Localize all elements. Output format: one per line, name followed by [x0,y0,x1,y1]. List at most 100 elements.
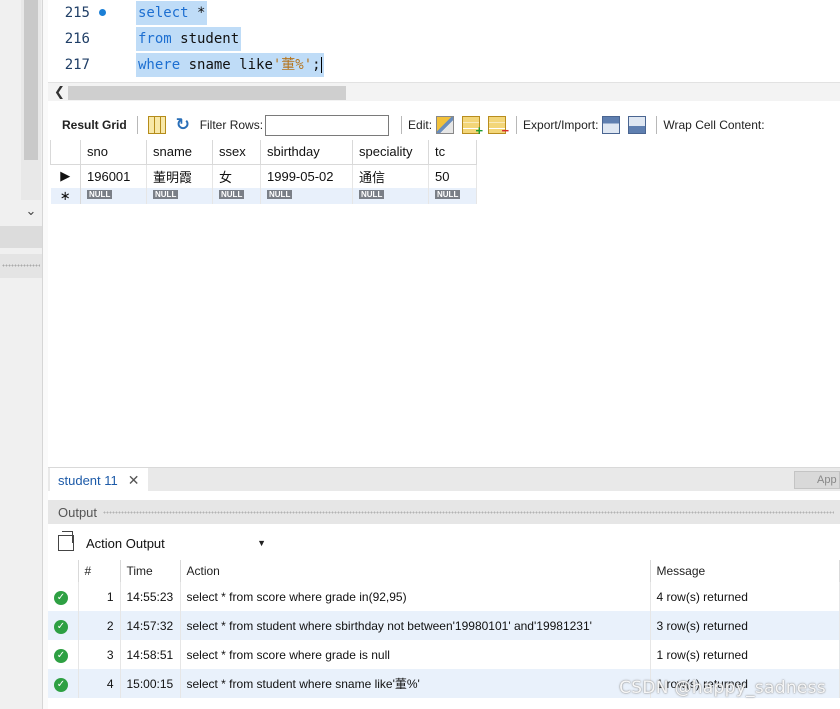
table-row[interactable]: ✓ 2 14:57:32 select * from student where… [48,611,840,640]
table-cell[interactable]: 董明霞 [146,164,213,188]
scrollbar-thumb[interactable] [68,86,346,100]
null-cell[interactable]: NULL [80,188,147,204]
column-header[interactable]: Action [180,560,651,582]
column-header[interactable]: sbirthday [260,140,353,165]
table-cell[interactable]: 1999-05-02 [260,164,353,188]
table-cell[interactable]: 15:00:15 [120,669,181,698]
null-badge: NULL [219,189,245,199]
table-cell[interactable]: 14:55:23 [120,582,181,611]
table-cell[interactable]: select * from student where sname like'董… [180,669,651,698]
code-line[interactable]: 216 from student [48,27,840,51]
table-cell[interactable]: 4 row(s) returned [650,582,840,611]
row-pointer-icon[interactable]: ▶ [50,164,81,188]
table-cell[interactable]: 50 [428,164,477,188]
grid-view-icon[interactable] [147,116,166,134]
table-cell[interactable]: 14:58:51 [120,640,181,669]
column-header[interactable]: tc [428,140,477,165]
code-text[interactable]: select * [136,1,208,25]
copy-icon[interactable] [58,531,74,551]
null-badge: NULL [435,189,461,199]
table-cell[interactable]: 1 row(s) returned [650,640,840,669]
code-line[interactable]: 215 select * [48,1,840,25]
chevron-down-icon[interactable]: ▼ [257,538,266,548]
column-header[interactable]: sno [80,140,147,165]
output-type-value: Action Output [86,535,165,551]
filter-rows-input[interactable] [265,114,390,136]
null-badge: NULL [153,189,179,199]
code-text[interactable]: where sname like'董%'; [136,53,324,77]
table-row[interactable]: ▶ 196001 董明霞 女 1999-05-02 通信 50 [50,164,477,188]
export-icon[interactable] [602,116,621,134]
status-cell: ✓ [48,582,79,611]
line-number: 215 [64,5,90,21]
success-check-icon: ✓ [54,619,68,634]
toolbar-separator [516,116,518,134]
column-header[interactable]: Time [120,560,181,582]
table-cell[interactable]: 1 [78,582,121,611]
success-check-icon: ✓ [54,677,68,692]
horizontal-scrollbar[interactable]: ❮ [48,82,840,101]
result-toolbar: Result Grid ↻ Filter Rows: Edit: Export/… [48,112,840,138]
line-number: 216 [64,31,90,47]
null-badge: NULL [267,189,293,199]
status-cell: ✓ [48,611,79,640]
apply-button[interactable]: App [794,471,840,489]
code-line[interactable]: 217 where sname like'董%'; [48,53,840,77]
null-cell[interactable]: NULL [428,188,477,204]
success-check-icon: ✓ [54,590,68,605]
result-grid-tab[interactable]: Result Grid [48,118,131,132]
edit-cell-icon[interactable] [436,116,455,134]
tab-student-11[interactable]: student 11 ✕ [50,468,148,492]
close-icon[interactable]: ✕ [128,472,140,489]
table-cell[interactable]: select * from student where sbirthday no… [180,611,651,640]
table-cell[interactable]: 通信 [352,164,429,188]
status-cell: ✓ [48,640,79,669]
new-row[interactable]: ∗ NULL NULL NULL NULL NULL NULL [50,188,477,204]
null-badge: NULL [359,189,385,199]
delete-row-icon[interactable] [488,116,509,138]
table-cell[interactable]: 196001 [80,164,147,188]
success-check-icon: ✓ [54,648,68,663]
null-cell[interactable]: NULL [260,188,353,204]
table-row[interactable]: ✓ 1 14:55:23 select * from score where g… [48,582,840,611]
chevron-down-icon[interactable]: ⌄ [22,203,40,219]
new-row-marker-icon: ∗ [50,188,81,204]
status-column-header [48,560,79,582]
table-cell[interactable]: select * from score where grade is null [180,640,651,669]
output-type-select[interactable]: Action Output ▼ [82,532,266,554]
null-cell[interactable]: NULL [212,188,261,204]
toolbar-separator [136,116,138,134]
sql-editor[interactable]: 215 select * 216 from student 217 where … [48,0,840,80]
panel-resize-handle[interactable] [0,254,42,278]
table-cell[interactable]: 3 row(s) returned [650,611,840,640]
column-header[interactable]: sname [146,140,213,165]
export-import-label: Export/Import: [523,118,599,132]
table-cell[interactable]: 4 [78,669,121,698]
filter-rows-label: Filter Rows: [199,118,264,132]
output-title: Output [58,504,98,520]
toolbar-separator [401,116,403,134]
null-cell[interactable]: NULL [352,188,429,204]
code-text[interactable]: from student [136,27,242,51]
table-row[interactable]: ✓ 3 14:58:51 select * from score where g… [48,640,840,669]
table-cell[interactable]: 14:57:32 [120,611,181,640]
panel-drag-handle[interactable] [103,510,834,514]
add-row-icon[interactable] [462,116,483,138]
table-cell[interactable]: select * from score where grade in(92,95… [180,582,651,611]
table-cell[interactable]: 3 [78,640,121,669]
column-header[interactable]: speciality [352,140,429,165]
null-cell[interactable]: NULL [146,188,213,204]
statement-marker-icon [99,9,106,16]
refresh-icon[interactable]: ↻ [174,116,192,134]
import-icon[interactable] [628,116,647,134]
table-cell[interactable]: 女 [212,164,261,188]
workbench-window: ⌄ 215 select * 216 from student 217 wher… [0,0,840,709]
table-cell[interactable]: 2 [78,611,121,640]
scrollbar-thumb[interactable] [24,0,38,160]
column-header[interactable]: # [78,560,121,582]
column-header[interactable]: ssex [212,140,261,165]
column-header[interactable]: Message [650,560,840,582]
scroll-left-icon[interactable]: ❮ [54,84,65,100]
watermark: CSDN @happy_sadness [619,678,826,698]
null-badge: NULL [87,189,113,199]
